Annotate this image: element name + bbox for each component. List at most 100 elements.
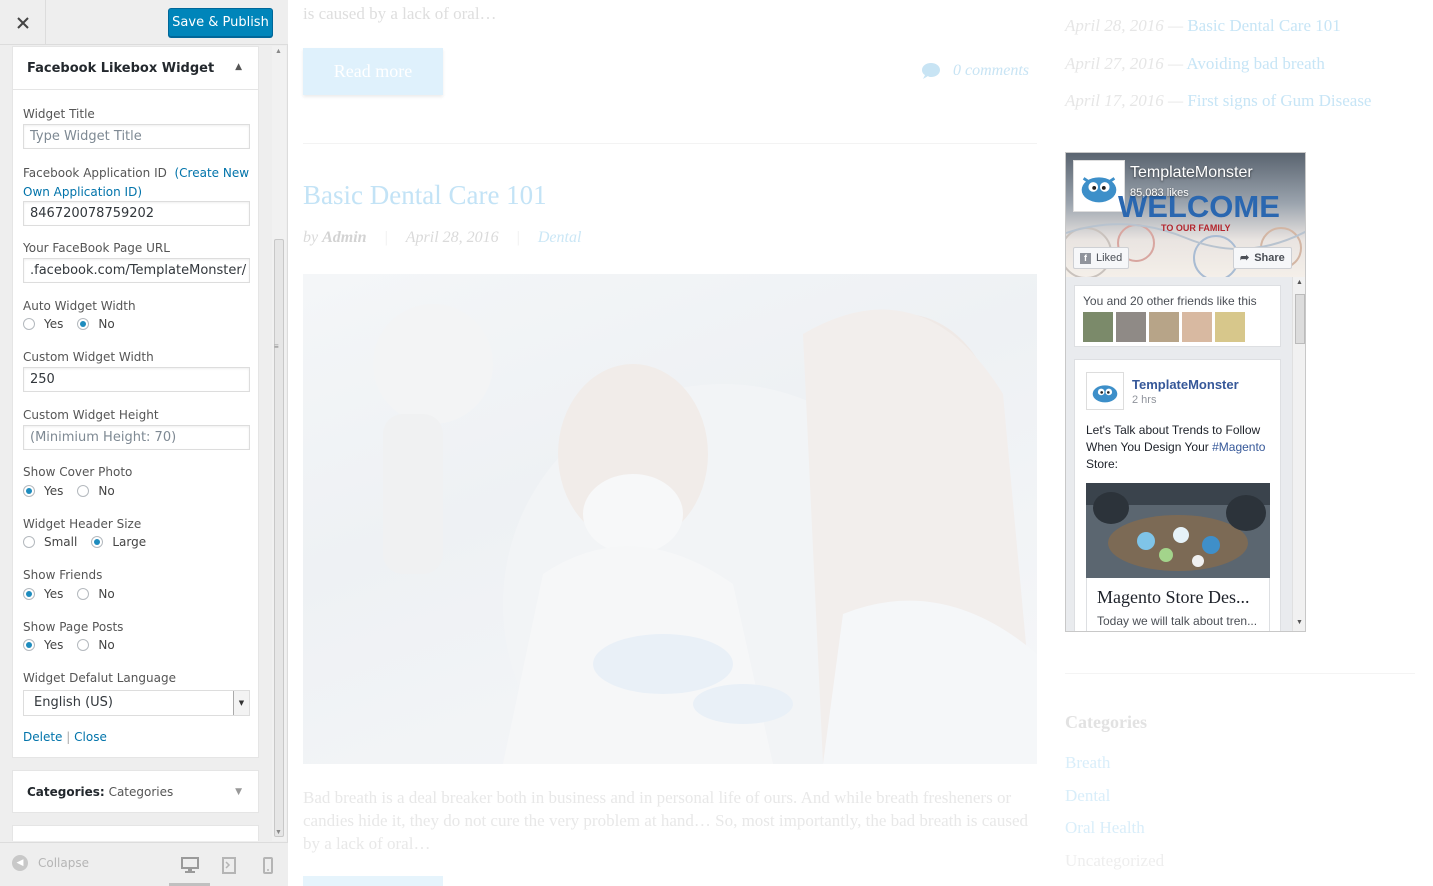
friend-avatar[interactable] — [1149, 312, 1179, 342]
customizer-footer: ◀ Collapse — [0, 842, 288, 886]
fb-post-avatar[interactable] — [1086, 372, 1124, 410]
collapse-arrow-icon[interactable]: ▲ — [235, 62, 242, 72]
chevron-down-icon[interactable]: ▼ — [233, 691, 249, 715]
header-small-radio[interactable] — [23, 536, 35, 548]
header-size-radios: Small Large — [23, 535, 146, 549]
widget-title-input[interactable]: Type Widget Title — [23, 124, 250, 149]
scroll-up-icon[interactable]: ▲ — [275, 48, 282, 55]
next-widget[interactable] — [12, 825, 259, 841]
templatemonster-logo-icon — [1081, 177, 1117, 203]
cover-photo-label: Show Cover Photo — [23, 465, 133, 479]
friends-yes-radio[interactable] — [23, 588, 35, 600]
fb-scrollbar[interactable]: ▲ ▼ — [1292, 277, 1305, 631]
post-excerpt: Bad breath is a deal breaker both in bus… — [303, 788, 1028, 853]
friend-avatar[interactable] — [1215, 312, 1245, 342]
recent-post-1[interactable]: April 28, 2016 — Basic Dental Care 101 — [1065, 16, 1341, 36]
meta-date: April 28, 2016 — [405, 229, 499, 246]
posts-no-radio[interactable] — [77, 639, 90, 651]
categories-widget-label: Categories: — [27, 785, 105, 799]
save-publish-button[interactable]: Save & Publish — [168, 8, 273, 37]
posts-yes-radio[interactable] — [23, 639, 35, 651]
widget-actions: Delete | Close — [23, 730, 107, 744]
fb-liked-button[interactable]: f Liked — [1073, 247, 1130, 269]
scroll-grip-icon: ≡ — [274, 342, 279, 351]
read-more-button-2[interactable] — [303, 876, 443, 886]
post-excerpt-top: is caused by a lack of oral… — [303, 4, 497, 23]
delete-link[interactable]: Delete — [23, 730, 62, 744]
meta-author[interactable]: Admin — [322, 229, 366, 247]
meta-category[interactable]: Dental — [538, 229, 582, 247]
site-preview: is caused by a lack of oral… Read more 0… — [289, 0, 1433, 886]
auto-width-no-radio[interactable] — [77, 318, 90, 330]
fb-post-page-name[interactable]: TemplateMonster — [1132, 377, 1239, 392]
comments-count: 0 comments — [953, 62, 1029, 79]
app-id-link-close: ) — [137, 185, 143, 199]
custom-width-input[interactable]: 250 — [23, 367, 250, 392]
widget-title-bar[interactable]: Facebook Likebox Widget ▲ — [13, 47, 258, 90]
fb-stream: You and 20 other friends like this Templ… — [1066, 277, 1305, 631]
custom-height-input[interactable]: (Minimium Height: 70) — [23, 425, 250, 450]
categories-widget-title: Categories — [108, 785, 174, 799]
page-url-input[interactable]: .facebook.com/TemplateMonster/ — [23, 258, 250, 283]
scrollbar-thumb[interactable] — [274, 239, 284, 837]
post-featured-image — [303, 274, 1037, 764]
panel-scrollbar[interactable]: ▲ ≡ ▼ — [272, 46, 286, 841]
collapse-button[interactable]: ◀ Collapse — [12, 855, 89, 871]
close-link[interactable]: Close — [74, 730, 107, 744]
custom-width-label: Custom Widget Width — [23, 350, 154, 364]
close-customizer-button[interactable] — [0, 0, 46, 45]
auto-width-yes-radio[interactable] — [23, 318, 35, 330]
fb-friends-box: You and 20 other friends like this — [1074, 285, 1281, 347]
friends-no-radio[interactable] — [77, 588, 90, 600]
expand-arrow-icon[interactable]: ▼ — [235, 787, 242, 797]
cover-photo-radios: Yes No — [23, 484, 115, 498]
show-posts-radios: Yes No — [23, 638, 115, 652]
cover-yes-radio[interactable] — [23, 485, 35, 497]
collapse-label: Collapse — [38, 856, 89, 870]
categories-widget[interactable]: Categories: Categories ▼ — [12, 770, 259, 813]
category-link[interactable]: Oral Health — [1065, 818, 1145, 838]
friend-avatar[interactable] — [1083, 312, 1113, 342]
fb-scroll-thumb[interactable] — [1295, 294, 1305, 344]
fb-like-count: 85,083 likes — [1130, 187, 1189, 199]
fb-page-name[interactable]: TemplateMonster — [1130, 164, 1253, 182]
fb-post-image[interactable] — [1086, 483, 1270, 578]
fb-post: TemplateMonster 2 hrs Let's Talk about T… — [1074, 359, 1281, 631]
show-posts-label: Show Page Posts — [23, 620, 124, 634]
cover-no-radio[interactable] — [77, 485, 90, 497]
category-link[interactable]: Uncategorized — [1065, 851, 1164, 871]
categories-heading: Categories — [1065, 712, 1147, 732]
category-link[interactable]: Breath — [1065, 753, 1110, 773]
widget-title-label: Widget Title — [23, 107, 95, 121]
scroll-down-icon[interactable]: ▼ — [275, 829, 282, 836]
mobile-preview-button[interactable] — [258, 855, 278, 875]
friend-avatar[interactable] — [1116, 312, 1146, 342]
fb-post-time[interactable]: 2 hrs — [1132, 394, 1156, 406]
post-title[interactable]: Basic Dental Care 101 — [303, 180, 547, 211]
category-link[interactable]: Dental — [1065, 786, 1110, 806]
scroll-up-icon[interactable]: ▲ — [1296, 279, 1303, 286]
desktop-preview-button[interactable] — [180, 855, 200, 875]
fb-hashtag[interactable]: #Magento — [1212, 440, 1265, 454]
tablet-preview-button[interactable] — [219, 855, 239, 875]
scroll-down-icon[interactable]: ▼ — [1296, 619, 1303, 626]
fb-link-title[interactable]: Magento Store Des... — [1097, 587, 1249, 608]
language-select[interactable]: English (US) ▼ — [23, 690, 250, 716]
app-id-input[interactable]: 846720078759202 — [23, 201, 250, 226]
auto-width-radios: Yes No — [23, 317, 115, 331]
templatemonster-logo-icon — [1092, 385, 1118, 403]
page-url-label: Your FaceBook Page URL — [23, 241, 170, 255]
recent-post-3[interactable]: April 17, 2016 — First signs of Gum Dise… — [1065, 91, 1371, 111]
header-large-radio[interactable] — [91, 536, 104, 548]
recent-post-2[interactable]: April 27, 2016 — Avoiding bad breath — [1065, 54, 1325, 74]
mobile-icon — [263, 857, 273, 874]
customizer-panel: Save & Publish Facebook Likebox Widget ▲… — [0, 0, 288, 886]
friend-avatar[interactable] — [1182, 312, 1212, 342]
meta-by: by — [303, 229, 319, 246]
fb-share-button[interactable]: ➦ Share — [1233, 247, 1292, 269]
language-label: Widget Defalut Language — [23, 671, 176, 685]
app-id-label: Facebook Application ID (Create New Own … — [23, 166, 250, 199]
customizer-header: Save & Publish — [0, 0, 288, 45]
comments-link[interactable]: 0 comments — [921, 62, 1029, 80]
read-more-button[interactable]: Read more — [303, 48, 443, 95]
